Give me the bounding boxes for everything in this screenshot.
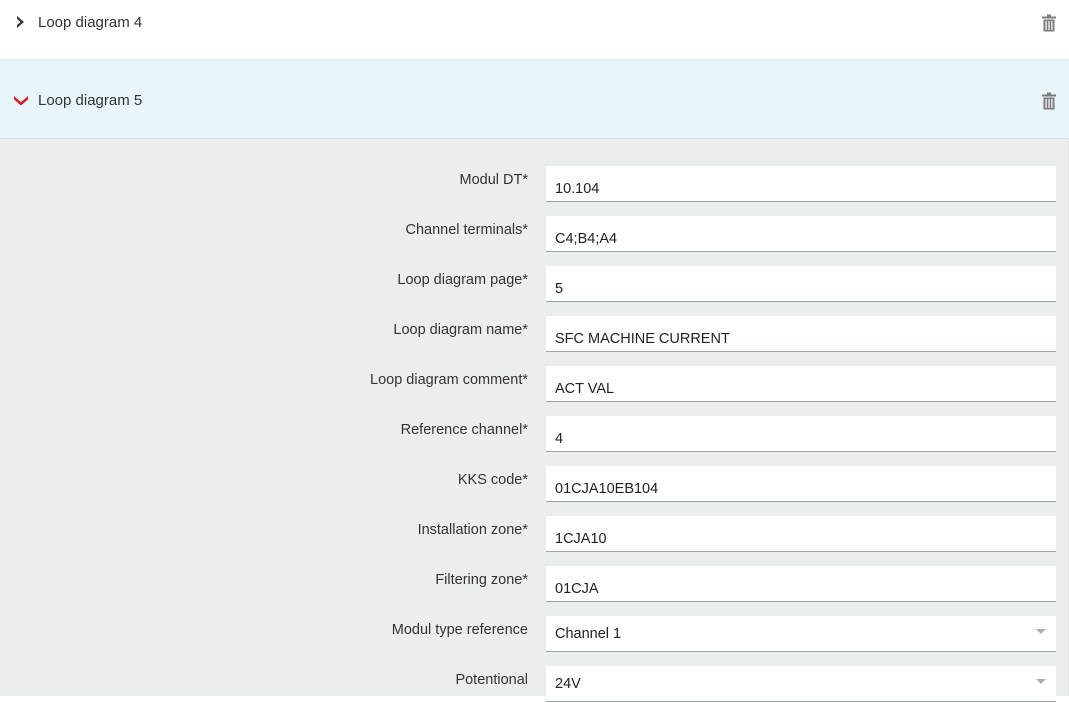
modul-type-reference-label: Modul type reference	[391, 622, 528, 638]
accordion-header-loop-diagram-5[interactable]: Loop diagram 5	[0, 60, 1069, 139]
select-value: 24V	[555, 676, 581, 692]
loop-diagram-page-label: Loop diagram page*	[397, 272, 528, 288]
modul-dt-input[interactable]	[546, 166, 1056, 202]
form-row-kks-code: KKS code*	[0, 466, 1069, 502]
chevron-down-icon	[14, 96, 28, 106]
trash-icon[interactable]	[1041, 92, 1057, 110]
trash-icon[interactable]	[1041, 14, 1057, 32]
kks-code-input[interactable]	[546, 466, 1056, 502]
accordion-header-loop-diagram-4[interactable]: Loop diagram 4	[0, 0, 1069, 60]
form-row-reference-channel: Reference channel*	[0, 416, 1069, 452]
potentional-select[interactable]: 24V	[546, 666, 1056, 702]
form-row-filtering-zone: Filtering zone*	[0, 566, 1069, 602]
accordion-title: Loop diagram 4	[38, 14, 143, 31]
chevron-right-icon	[17, 16, 24, 28]
filtering-zone-label: Filtering zone*	[435, 572, 528, 588]
kks-code-label: KKS code*	[457, 472, 528, 488]
form-row-loop-diagram-comment: Loop diagram comment*	[0, 366, 1069, 402]
form-row-installation-zone: Installation zone*	[0, 516, 1069, 552]
select-value: Channel 1	[555, 626, 622, 642]
form-row-loop-diagram-name: Loop diagram name*	[0, 316, 1069, 352]
form-row-potentional: Potentional 24V	[0, 666, 1069, 702]
form-row-channel-terminals: Channel terminals*	[0, 216, 1069, 252]
caret-down-icon	[1036, 629, 1046, 634]
loop-diagram-name-label: Loop diagram name*	[393, 322, 528, 338]
loop-diagram-name-input[interactable]	[546, 316, 1056, 352]
form-row-modul-dt: Modul DT*	[0, 166, 1069, 202]
loop-diagram-comment-input[interactable]	[546, 366, 1056, 402]
loop-diagram-page-input[interactable]	[546, 266, 1056, 302]
form-row-modul-type-reference: Modul type reference Channel 1	[0, 616, 1069, 652]
form-row-loop-diagram-page: Loop diagram page*	[0, 266, 1069, 302]
reference-channel-input[interactable]	[546, 416, 1056, 452]
channel-terminals-input[interactable]	[546, 216, 1056, 252]
loop-diagram-form: Modul DT* Channel terminals* Loop diagra…	[0, 139, 1069, 702]
installation-zone-input[interactable]	[546, 516, 1056, 552]
caret-down-icon	[1036, 679, 1046, 684]
accordion-title: Loop diagram 5	[38, 92, 143, 109]
modul-type-reference-select[interactable]: Channel 1	[546, 616, 1056, 652]
channel-terminals-label: Channel terminals*	[405, 222, 528, 238]
potentional-label: Potentional	[455, 672, 528, 688]
loop-diagram-comment-label: Loop diagram comment*	[370, 372, 528, 388]
reference-channel-label: Reference channel*	[400, 422, 528, 438]
filtering-zone-input[interactable]	[546, 566, 1056, 602]
modul-dt-label: Modul DT*	[459, 172, 529, 188]
installation-zone-label: Installation zone*	[417, 522, 528, 538]
